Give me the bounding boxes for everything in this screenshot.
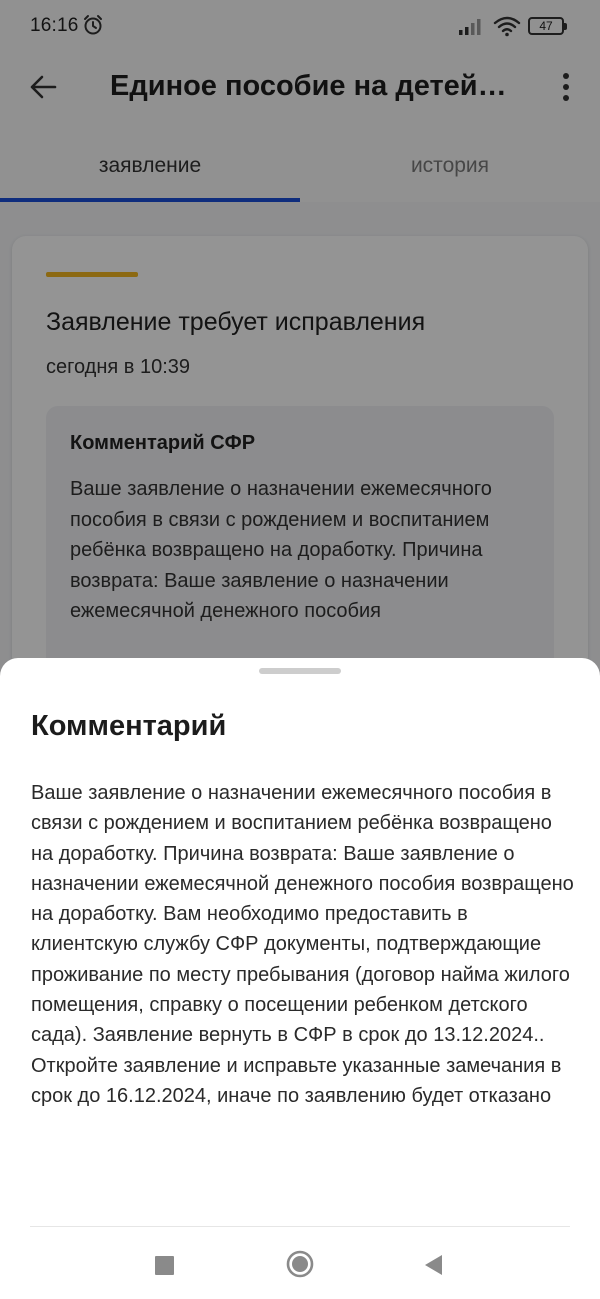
drag-handle[interactable] xyxy=(259,668,341,674)
home-circle-icon[interactable] xyxy=(286,1250,314,1278)
recents-square-icon[interactable] xyxy=(155,1256,174,1275)
divider xyxy=(30,1226,570,1227)
back-triangle-icon[interactable] xyxy=(423,1254,443,1276)
comment-bottom-sheet: Комментарий Ваше заявление о назначении … xyxy=(0,658,600,1299)
system-nav-bar xyxy=(0,1228,600,1299)
sheet-title: Комментарий xyxy=(31,710,227,742)
sheet-comment-text: Ваше заявление о назначении ежемесячного… xyxy=(31,782,574,1107)
